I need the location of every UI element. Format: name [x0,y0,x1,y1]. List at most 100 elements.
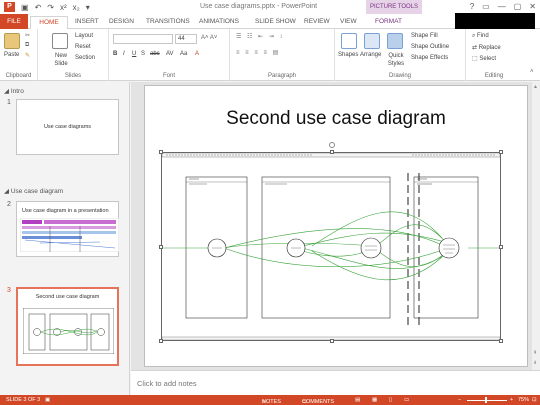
undo-icon[interactable]: ↶ [35,3,42,12]
slide-thumbnail-1[interactable]: Use case diagrams [16,99,119,155]
resize-handle[interactable] [159,339,163,343]
arrange-button[interactable]: Arrange [360,52,381,58]
align-icon[interactable]: ≡ ≡ ≡ ≡ ▤ [236,49,280,56]
spellcheck-icon[interactable]: ▣ [45,397,50,403]
use-case-diagram [162,153,500,340]
current-slide[interactable]: Second use case diagram [144,85,528,367]
account-area[interactable] [455,13,535,29]
ribbon-display-icon[interactable]: ▭ [482,2,490,11]
close-icon[interactable]: ✕ [529,2,536,11]
copy-icon[interactable]: ⧉ [25,42,29,49]
new-slide-icon[interactable] [52,33,68,49]
replace-button[interactable]: ⇄ Replace [472,44,501,51]
slide-number: 3 [7,287,11,294]
cut-icon[interactable]: ✂ [25,32,30,39]
superscript-icon[interactable]: x² [60,3,67,12]
maximize-icon[interactable]: ▢ [514,2,522,11]
section-header[interactable]: ◢ Use case diagram [4,187,63,195]
collapse-ribbon-icon[interactable]: ˄ [530,69,534,75]
font-size-select[interactable]: 44 [175,34,197,44]
prev-slide-icon[interactable]: ⇞ [533,350,537,356]
fit-to-window-icon[interactable]: ⊡ [532,397,537,403]
shadow-button[interactable]: S [141,51,145,57]
zoom-out-icon[interactable]: − [458,397,461,403]
arrange-icon[interactable] [364,33,380,49]
slide-thumbnail-3[interactable]: Second use case diagram [16,287,119,366]
tab-slide-show[interactable]: SLIDE SHOW [255,16,296,29]
find-label: Find [477,33,489,39]
section-button[interactable]: Section [75,55,95,61]
help-icon[interactable]: ? [470,2,474,11]
paste-button[interactable]: Paste [4,52,19,58]
tab-design[interactable]: DESIGN [109,16,134,29]
zoom-slider-thumb[interactable] [485,397,487,403]
paste-icon[interactable] [4,33,20,49]
shape-effects-button[interactable]: Shape Effects [411,55,448,61]
scroll-up-icon[interactable]: ▲ [533,84,538,90]
resize-handle[interactable] [330,150,334,154]
resize-handle[interactable] [499,245,503,249]
slideshow-icon[interactable]: ▭ [404,397,409,403]
slide-title[interactable]: Second use case diagram [145,108,527,130]
tab-review[interactable]: REVIEW [304,16,330,29]
strikethrough-button[interactable]: abc [150,51,160,57]
customize-qat-icon[interactable]: ▾ [86,3,90,12]
bullets-icon[interactable]: ☰ ☷ ⇤ ⇥ ↕ [236,33,284,40]
format-painter-icon[interactable]: ✎ [25,52,30,59]
shape-outline-button[interactable]: Shape Outline [411,44,449,50]
normal-view-icon[interactable]: ▤ [355,397,360,403]
resize-handle[interactable] [159,245,163,249]
resize-handle[interactable] [499,339,503,343]
reset-button[interactable]: Reset [75,44,91,50]
slide-thumbnail-2[interactable]: Use case diagram in a presentation [16,201,119,257]
clipboard-label: Clipboard [5,73,32,79]
minimize-icon[interactable]: — [498,2,506,11]
shapes-button[interactable]: Shapes [338,52,358,58]
layout-button[interactable]: Layout [75,33,93,39]
reading-view-icon[interactable]: ▯ [389,397,392,403]
tab-insert[interactable]: INSERT [75,16,99,29]
section-header[interactable]: ◢ Intro [4,87,24,95]
paragraph-label: Paragraph [267,73,297,79]
underline-button[interactable]: U [132,51,136,57]
tab-transitions[interactable]: TRANSITIONS [146,16,190,29]
tab-animations[interactable]: ANIMATIONS [199,16,239,29]
zoom-slider[interactable] [467,399,507,401]
quick-styles-button[interactable]: Quick Styles [384,52,408,68]
font-family-select[interactable] [113,34,173,44]
slide-sorter-icon[interactable]: ▦ [372,397,377,403]
font-color-button[interactable]: A [195,51,199,57]
rotate-handle-icon[interactable] [329,142,335,148]
italic-button[interactable]: I [123,51,125,57]
tab-home[interactable]: HOME [30,16,68,29]
zoom-in-icon[interactable]: + [510,397,513,403]
slide-number: 2 [7,201,11,208]
diagram-image[interactable] [159,142,503,343]
new-slide-button[interactable]: New Slide [49,52,73,68]
tab-file[interactable]: FILE [0,14,28,29]
bold-button[interactable]: B [113,51,117,57]
char-spacing-button[interactable]: AV [166,51,174,57]
resize-handle[interactable] [330,339,334,343]
select-button[interactable]: ⬚ Select [472,55,496,62]
save-icon[interactable]: ▣ [21,3,29,12]
notes-placeholder[interactable]: Click to add notes [137,379,197,388]
quick-styles-icon[interactable] [387,33,403,49]
find-button[interactable]: ⌕ Find [472,33,489,40]
change-case-button[interactable]: Aa [180,51,187,57]
vertical-scrollbar[interactable]: ▲ ⇞ ⇟ [532,82,540,370]
section-name: Intro [10,88,24,95]
group-drawing: Shapes Arrange Quick Styles Shape Fill S… [335,29,466,81]
shapes-icon[interactable] [341,33,357,49]
next-slide-icon[interactable]: ⇟ [533,360,537,366]
resize-handle[interactable] [159,150,163,154]
shape-fill-button[interactable]: Shape Fill [411,33,438,39]
subscript-icon[interactable]: x₂ [73,3,80,12]
resize-handle[interactable] [499,150,503,154]
tab-view[interactable]: VIEW [340,16,357,29]
zoom-level[interactable]: 75% [518,397,529,403]
grow-font-icon[interactable]: A˄ A˅ [201,35,217,41]
notes-pane[interactable]: Click to add notes [131,370,540,395]
redo-icon[interactable]: ↷ [47,3,54,12]
tab-format[interactable]: FORMAT [375,16,402,29]
